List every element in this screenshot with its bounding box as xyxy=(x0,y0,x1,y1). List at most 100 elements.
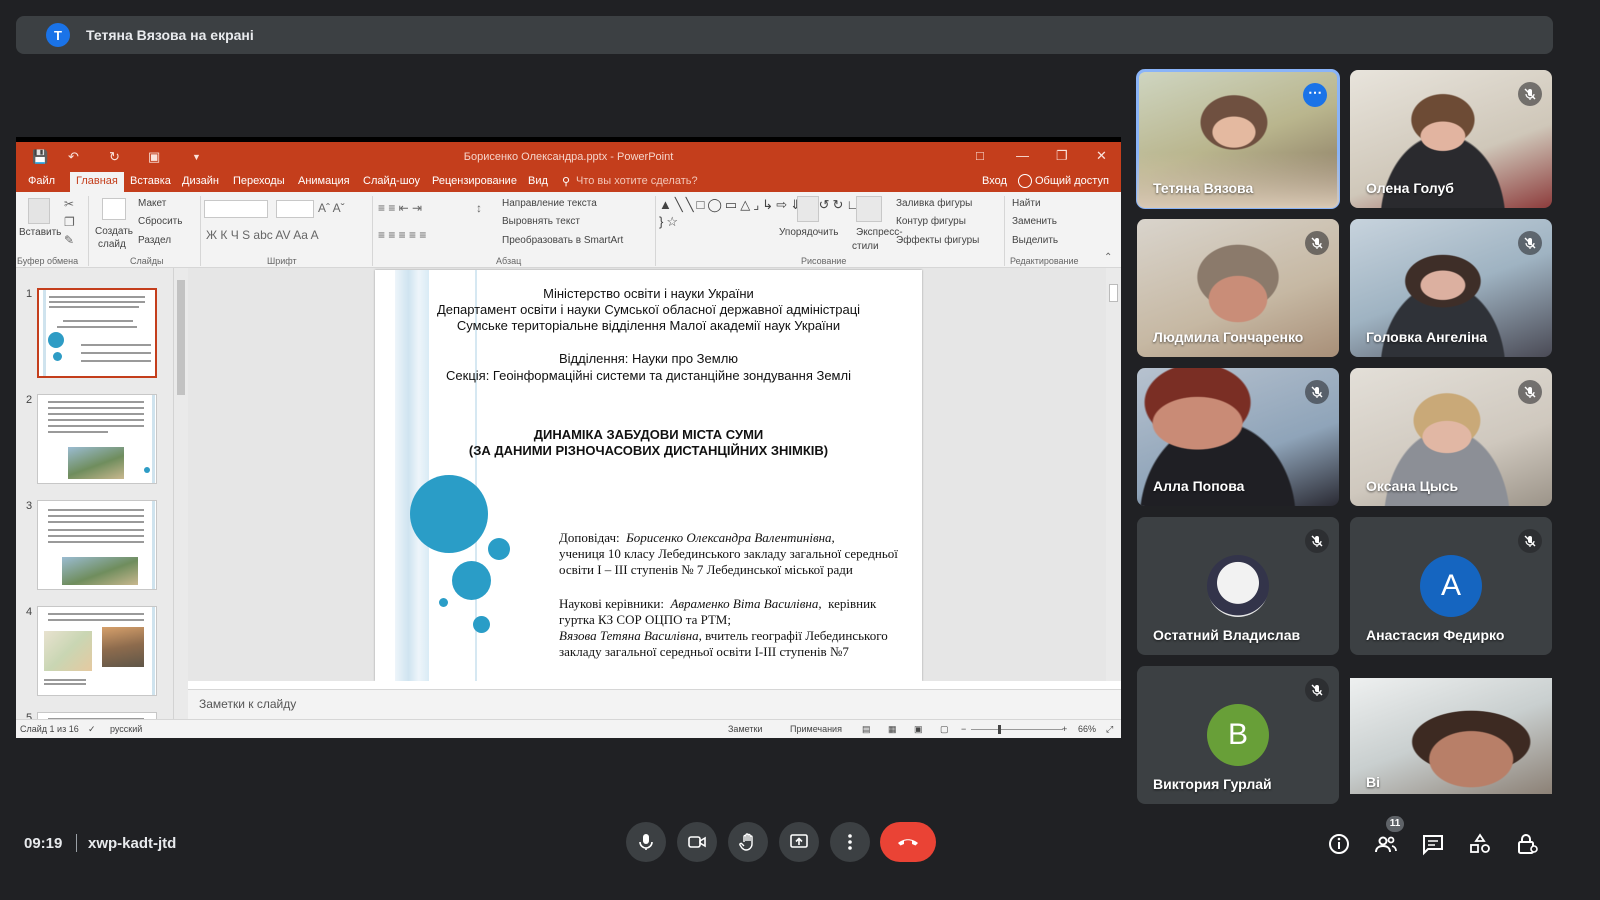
close-icon[interactable]: ✕ xyxy=(1096,148,1107,164)
maximize-icon[interactable]: ❐ xyxy=(1056,148,1068,164)
zoom-slider-thumb[interactable] xyxy=(998,725,1001,734)
collapse-ribbon-icon[interactable]: ⌃ xyxy=(1104,252,1112,263)
thumbnail-slide-3[interactable] xyxy=(37,500,157,590)
sorter-view-icon[interactable]: ▦ xyxy=(888,724,897,735)
slide-scrollbar[interactable] xyxy=(1106,268,1121,681)
tab-file[interactable]: Файл xyxy=(28,175,55,187)
fit-slide-icon[interactable]: ⤢ xyxy=(1106,724,1113,735)
spellcheck-icon[interactable]: ✓ xyxy=(88,724,96,735)
minimize-icon[interactable]: — xyxy=(1016,148,1029,163)
slide-editor: Міністерство освіти і науки України Депа… xyxy=(188,268,1106,681)
arrange-button[interactable]: Упорядочить xyxy=(779,227,839,238)
participant-tile-viktoria[interactable]: B Виктория Гурлай xyxy=(1137,666,1339,804)
new-slide-icon[interactable] xyxy=(102,198,126,220)
more-options-button[interactable] xyxy=(830,822,870,862)
participant-tile-oksana[interactable]: Оксана Цысь xyxy=(1350,368,1552,506)
activities-icon[interactable] xyxy=(1468,832,1492,856)
tell-me-search[interactable]: Что вы хотите сделать? xyxy=(576,175,698,187)
participant-tile-partial[interactable]: Ві xyxy=(1350,678,1552,794)
notes-pane[interactable]: Заметки к слайду xyxy=(188,689,1121,719)
mic-button[interactable] xyxy=(626,822,666,862)
new-slide-label[interactable]: слайд xyxy=(98,239,126,250)
current-slide[interactable]: Міністерство освіти і науки України Депа… xyxy=(375,270,922,681)
format-painter-icon[interactable]: ✎ xyxy=(64,233,74,247)
section-button[interactable]: Раздел xyxy=(138,235,171,246)
paste-button[interactable]: Вставить xyxy=(19,227,61,238)
tab-transitions[interactable]: Переходы xyxy=(233,175,285,187)
participant-tile-anastasia[interactable]: A Анастасия Федирко xyxy=(1350,517,1552,655)
advisor2-role: вчитель географії Лебединського xyxy=(705,628,888,643)
arrange-icon[interactable] xyxy=(797,196,819,222)
zoom-slider[interactable] xyxy=(971,729,1063,730)
find-button[interactable]: Найти xyxy=(1012,198,1041,209)
replace-button[interactable]: Заменить xyxy=(1012,216,1057,227)
zoom-in-icon[interactable]: + xyxy=(1062,724,1067,734)
thumbnails-scrollbar[interactable] xyxy=(173,268,188,719)
tab-animations[interactable]: Анимация xyxy=(298,175,350,187)
font-grow-icon[interactable]: Aˆ Aˇ xyxy=(318,201,345,215)
participant-tile-olena[interactable]: Олена Голуб xyxy=(1350,70,1552,208)
thumbnails-scroll-thumb[interactable] xyxy=(177,280,185,395)
align-icons[interactable]: ≡ ≡ ≡ ≡ ≡ xyxy=(378,228,426,242)
cut-icon[interactable]: ✂ xyxy=(64,197,74,211)
text-direction-button[interactable]: Направление текста xyxy=(502,198,597,209)
smartart-button[interactable]: Преобразовать в SmartArt xyxy=(502,235,623,246)
zoom-out-icon[interactable]: − xyxy=(961,724,966,734)
meeting-info-icon[interactable] xyxy=(1327,832,1351,856)
font-name-dropdown[interactable] xyxy=(204,200,268,218)
paste-icon[interactable] xyxy=(28,198,50,224)
people-icon[interactable] xyxy=(1374,832,1398,856)
participant-tile-alla[interactable]: Алла Попова xyxy=(1137,368,1339,506)
present-button[interactable] xyxy=(779,822,819,862)
quick-styles-icon[interactable] xyxy=(856,196,882,222)
share-button[interactable]: Общий доступ xyxy=(1035,175,1109,187)
more-options-icon[interactable]: ⋯ xyxy=(1303,83,1327,107)
shapes-gallery[interactable]: ▲╲╲□◯▭△⌟↳⇨⇓♢↺↻∟{ }☆ xyxy=(659,196,866,250)
thumbnail-slide-1[interactable] xyxy=(37,288,157,378)
tab-home[interactable]: Главная xyxy=(70,172,124,192)
end-call-button[interactable] xyxy=(880,822,936,862)
zoom-level[interactable]: 66% xyxy=(1078,724,1096,734)
reading-view-icon[interactable]: ▣ xyxy=(914,724,923,735)
language-label[interactable]: русский xyxy=(110,724,142,734)
thumbnail-slide-2[interactable] xyxy=(37,394,157,484)
select-button[interactable]: Выделить xyxy=(1012,235,1058,246)
notes-toggle[interactable]: Заметки xyxy=(728,724,762,734)
chat-icon[interactable] xyxy=(1421,832,1445,856)
copy-icon[interactable]: ❐ xyxy=(64,215,75,229)
line-spacing-icon[interactable]: ↕ xyxy=(476,201,482,215)
new-slide-button[interactable]: Создать xyxy=(95,226,133,237)
tab-insert[interactable]: Вставка xyxy=(130,175,171,187)
reset-button[interactable]: Сбросить xyxy=(138,216,182,227)
raise-hand-button[interactable] xyxy=(728,822,768,862)
font-size-dropdown[interactable] xyxy=(276,200,314,218)
bullets-icon[interactable]: ≡ ≡ ⇤ ⇥ xyxy=(378,201,422,215)
shape-effects-button[interactable]: Эффекты фигуры xyxy=(896,235,979,246)
align-text-button[interactable]: Выровнять текст xyxy=(502,216,580,227)
ribbon-display-icon[interactable]: □ xyxy=(976,148,984,163)
comments-toggle[interactable]: Примечания xyxy=(790,724,842,734)
tab-review[interactable]: Рецензирование xyxy=(432,175,517,187)
font-format-buttons[interactable]: Ж К Ч S abc AV Aa A xyxy=(206,228,319,242)
signin-link[interactable]: Вход xyxy=(982,175,1007,187)
normal-view-icon[interactable]: ▤ xyxy=(862,724,871,735)
slideshow-view-icon[interactable]: ▢ xyxy=(940,724,949,735)
thumbnail-slide-4[interactable] xyxy=(37,606,157,696)
participant-tile-anhelina[interactable]: Головка Ангеліна xyxy=(1350,219,1552,357)
slide-thumbnails-pane: 1 2 3 4 5 xyxy=(16,268,188,719)
shape-fill-button[interactable]: Заливка фигуры xyxy=(896,198,972,209)
participant-tile-tetiana[interactable]: ⋯ Тетяна Вязова xyxy=(1136,69,1340,209)
participant-tile-liudmyla[interactable]: Людмила Гончаренко xyxy=(1137,219,1339,357)
shape-outline-button[interactable]: Контур фигуры xyxy=(896,216,966,227)
quick-styles-label[interactable]: стили xyxy=(852,241,879,252)
layout-button[interactable]: Макет xyxy=(138,198,166,209)
tab-design[interactable]: Дизайн xyxy=(182,175,219,187)
slide-scroll-thumb[interactable] xyxy=(1109,284,1118,302)
host-controls-icon[interactable] xyxy=(1515,832,1539,856)
camera-button[interactable] xyxy=(677,822,717,862)
tab-slideshow[interactable]: Слайд-шоу xyxy=(363,175,420,187)
tab-view[interactable]: Вид xyxy=(528,175,548,187)
participant-tile-vladyslav[interactable]: Остатний Владислав xyxy=(1137,517,1339,655)
thumbnail-slide-5[interactable] xyxy=(37,712,157,719)
participant-name: Ві xyxy=(1366,774,1380,790)
